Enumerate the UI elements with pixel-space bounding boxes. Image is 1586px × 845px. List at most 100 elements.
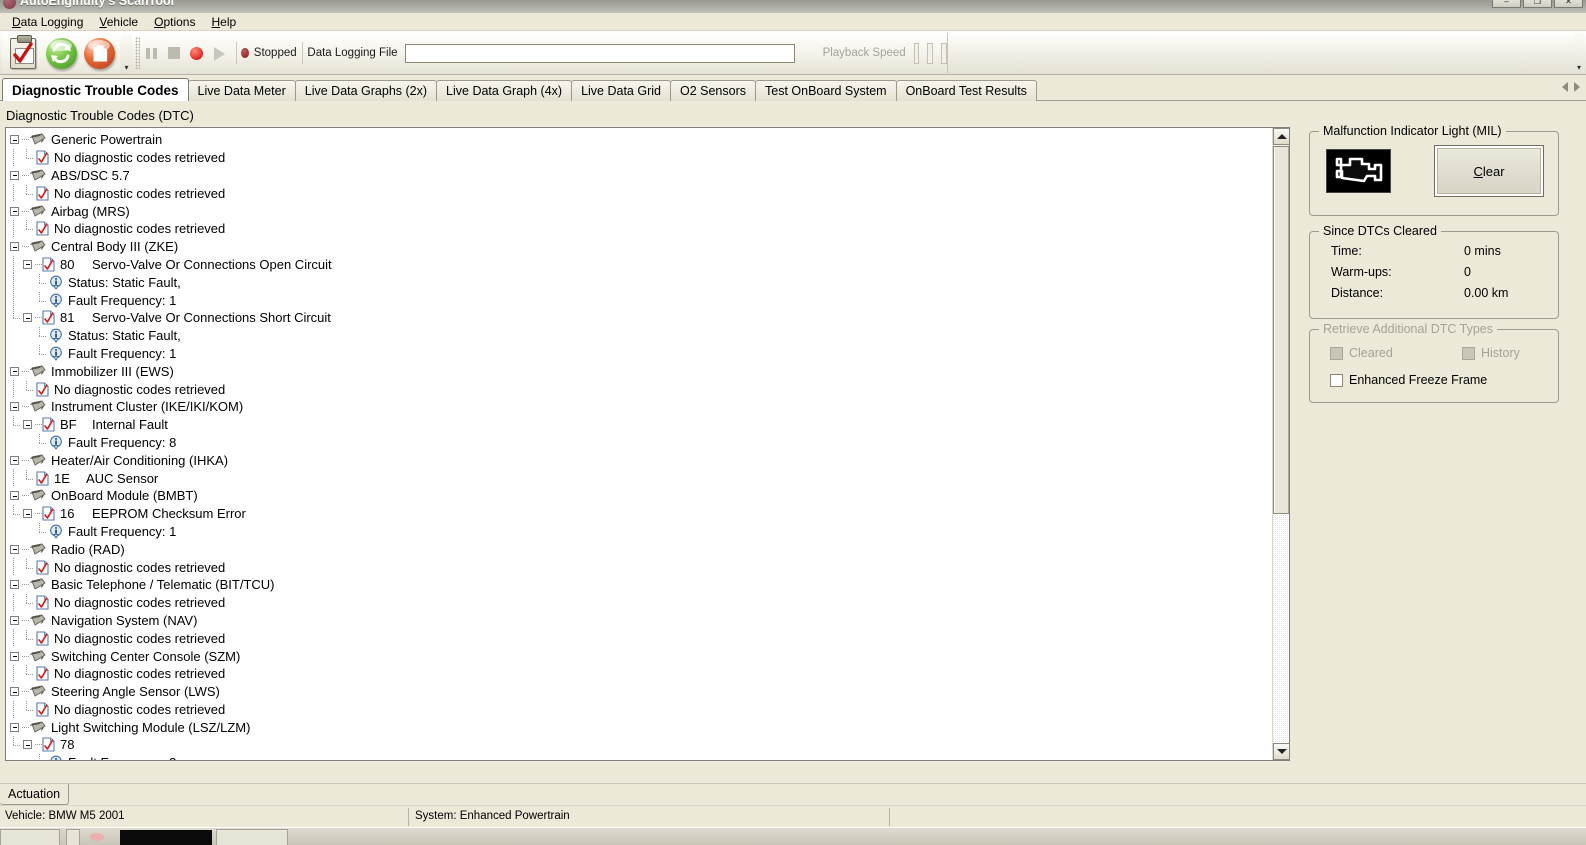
tree-row[interactable]: Generic Powertrain xyxy=(10,131,1272,149)
tree-expander[interactable] xyxy=(10,366,19,376)
tree-expander[interactable] xyxy=(10,170,19,180)
tree-expander[interactable] xyxy=(10,722,19,732)
tree-row[interactable]: Instrument Cluster (IKE/IKI/KOM) xyxy=(10,398,1272,416)
tree-row[interactable]: 81 Servo-Valve Or Connections Short Circu… xyxy=(10,309,1272,327)
taskbar-icon-red[interactable] xyxy=(90,833,104,841)
tree-expander[interactable] xyxy=(23,509,32,519)
tab-test-onboard-system[interactable]: Test OnBoard System xyxy=(755,80,897,101)
tree-row[interactable]: No diagnostic codes retrieved xyxy=(10,593,1272,612)
tree-vertical-scrollbar[interactable] xyxy=(1272,128,1289,760)
tree-row[interactable]: Fault Frequency: 1 xyxy=(10,344,1272,363)
tree-expander[interactable] xyxy=(10,544,19,554)
tree-expander[interactable] xyxy=(10,615,19,625)
tab-scroll-controls[interactable] xyxy=(1562,82,1580,92)
menu-options[interactable]: Options xyxy=(146,14,203,30)
toolbar-overflow-button[interactable]: ▾ xyxy=(1574,34,1584,72)
tree-row[interactable]: Switching Center Console (SZM) xyxy=(10,647,1272,665)
menu-help[interactable]: Help xyxy=(203,14,244,30)
tab-live-data-graphs-2x[interactable]: Live Data Graphs (2x) xyxy=(294,80,438,101)
stop-logging-button[interactable] xyxy=(166,42,183,64)
tab-o2-sensors[interactable]: O2 Sensors xyxy=(669,80,756,101)
tree-row[interactable]: No diagnostic codes retrieved xyxy=(10,629,1272,647)
tab-actuation[interactable]: Actuation xyxy=(0,784,70,805)
menu-data-logging[interactable]: Data Logging xyxy=(4,14,91,30)
tree-expander[interactable] xyxy=(10,455,19,465)
menu-vehicle[interactable]: Vehicle xyxy=(91,14,146,30)
taskbar-thumbnail[interactable] xyxy=(120,830,212,845)
tab-diagnostic-trouble-codes[interactable]: Diagnostic Trouble Codes xyxy=(2,78,189,101)
tree-expander[interactable] xyxy=(10,206,19,216)
logfile-input[interactable] xyxy=(404,43,795,63)
tree-expander[interactable] xyxy=(10,687,19,697)
tree-row[interactable]: Immobilizer III (EWS) xyxy=(10,362,1272,380)
scroll-tabs-right-icon[interactable] xyxy=(1574,82,1580,92)
tab-onboard-test-results[interactable]: OnBoard Test Results xyxy=(895,80,1037,101)
tree-row[interactable]: No diagnostic codes retrieved xyxy=(10,558,1272,576)
scroll-down-button[interactable] xyxy=(1273,743,1289,760)
read-codes-icon[interactable] xyxy=(6,35,40,70)
record-button[interactable] xyxy=(188,42,205,64)
checkbox-enhanced-freeze-frame-box[interactable] xyxy=(1330,373,1343,387)
tree-row[interactable]: Fault Frequency: 1 xyxy=(10,291,1272,309)
tree-row[interactable]: Heater/Air Conditioning (IHKA) xyxy=(10,451,1272,469)
tree-row[interactable]: Central Body III (ZKE) xyxy=(10,238,1272,256)
tree-row[interactable]: No diagnostic codes retrieved xyxy=(10,380,1272,398)
tab-live-data-graph-4x[interactable]: Live Data Graph (4x) xyxy=(436,80,573,101)
dtc-tree[interactable]: Generic Powertrain No diagnostic codes re… xyxy=(6,128,1272,760)
tree-row[interactable]: Basic Telephone / Telematic (BIT/TCU) xyxy=(10,576,1272,594)
stop-icon[interactable] xyxy=(82,36,116,70)
tree-row[interactable]: Fault Frequency: 8 xyxy=(10,433,1272,452)
tree-row[interactable]: No diagnostic codes retrieved xyxy=(10,664,1272,683)
tree-row[interactable]: No diagnostic codes retrieved xyxy=(10,148,1272,167)
toolbar-drag-handle[interactable] xyxy=(135,37,141,69)
refresh-icon[interactable] xyxy=(44,36,78,70)
tree-expander[interactable] xyxy=(10,651,19,661)
clear-button[interactable]: Clear xyxy=(1434,145,1544,197)
tree-expander[interactable] xyxy=(23,259,32,269)
tree-row[interactable]: Status: Static Fault, xyxy=(10,327,1272,345)
tree-expander[interactable] xyxy=(10,491,19,501)
window-controls[interactable]: – ❐ ✕ xyxy=(1492,0,1583,8)
tree-row[interactable]: Fault Frequency: 1 xyxy=(10,522,1272,541)
taskbar-item-2[interactable] xyxy=(66,829,80,845)
tree-row[interactable]: Airbag (MRS) xyxy=(10,202,1272,220)
tree-expander[interactable] xyxy=(10,135,19,145)
pause-button[interactable] xyxy=(143,42,160,64)
tree-row[interactable]: No diagnostic codes retrieved xyxy=(10,184,1272,202)
play-button[interactable] xyxy=(211,42,228,64)
tab-live-data-grid[interactable]: Live Data Grid xyxy=(571,80,671,101)
close-button[interactable]: ✕ xyxy=(1554,0,1583,8)
tree-row[interactable]: Status: Static Fault, xyxy=(10,273,1272,291)
tree-row[interactable]: Fault Frequency: 2 xyxy=(10,754,1272,760)
scroll-up-button[interactable] xyxy=(1273,128,1289,145)
taskbar-item-3[interactable] xyxy=(216,829,288,845)
tree-row[interactable]: Navigation System (NAV) xyxy=(10,612,1272,630)
tree-row[interactable]: No diagnostic codes retrieved xyxy=(10,700,1272,719)
scrollbar-thumb[interactable] xyxy=(1273,146,1289,514)
tree-expander[interactable] xyxy=(23,313,32,323)
tree-expander[interactable] xyxy=(10,580,19,590)
tree-expander[interactable] xyxy=(10,242,19,252)
tree-row[interactable]: ABS/DSC 5.7 xyxy=(10,167,1272,185)
playback-speed-slot-3[interactable] xyxy=(941,42,947,64)
playback-speed-slot-2[interactable] xyxy=(927,42,934,64)
tab-live-data-meter[interactable]: Live Data Meter xyxy=(187,80,296,101)
toolbar-grip-left[interactable]: ▾ xyxy=(122,34,131,72)
tree-expander[interactable] xyxy=(10,402,19,412)
playback-speed-slot-1[interactable] xyxy=(913,42,920,64)
tree-row[interactable]: 80 Servo-Valve Or Connections Open Circui… xyxy=(10,255,1272,274)
taskbar-item-1[interactable] xyxy=(0,829,60,845)
tree-row[interactable]: No diagnostic codes retrieved xyxy=(10,219,1272,238)
tree-row[interactable]: OnBoard Module (BMBT) xyxy=(10,487,1272,505)
tree-row[interactable]: Radio (RAD) xyxy=(10,540,1272,558)
tree-row[interactable]: 78 xyxy=(10,736,1272,754)
tree-expander[interactable] xyxy=(23,740,32,750)
tree-row[interactable]: Steering Angle Sensor (LWS) xyxy=(10,683,1272,701)
minimize-button[interactable]: – xyxy=(1492,0,1521,8)
scroll-tabs-left-icon[interactable] xyxy=(1562,82,1568,92)
tree-row[interactable]: 1E AUC Sensor xyxy=(10,469,1272,487)
maximize-button[interactable]: ❐ xyxy=(1523,0,1552,8)
checkbox-enhanced-freeze-frame[interactable]: Enhanced Freeze Frame xyxy=(1330,373,1487,387)
tree-row[interactable]: Light Switching Module (LSZ/LZM) xyxy=(10,718,1272,736)
tree-row[interactable]: BF Internal Fault xyxy=(10,416,1272,434)
